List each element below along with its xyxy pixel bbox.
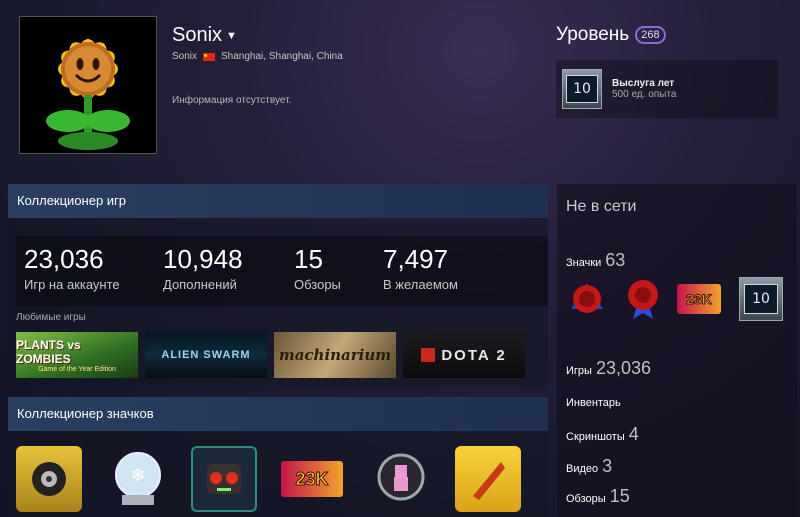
game-title: PLANTS vs ZOMBIES — [16, 337, 81, 366]
badges-count: 63 — [605, 250, 626, 270]
stat-label: Дополнений — [163, 277, 237, 292]
sidebar-years-badge[interactable]: 10 — [739, 277, 783, 321]
stat-label: Игр на аккаунте — [24, 277, 120, 292]
videos-count: 3 — [602, 456, 613, 476]
screenshots-label: Скриншоты — [566, 431, 625, 443]
years-badge-number: 10 — [566, 75, 598, 103]
badge-23k-text: 23K — [686, 291, 713, 308]
stat-value: 10,948 — [163, 244, 243, 274]
stat-value: 7,497 — [383, 244, 449, 274]
game-subtitle: Game of the Year Edition — [38, 365, 116, 373]
games-label: Игры — [566, 365, 592, 377]
23k-badge-icon: 23K — [281, 461, 343, 497]
profile-location-line: Sonix Shanghai, Shanghai, China — [172, 51, 343, 62]
level-header: Уровень 268 — [556, 24, 666, 46]
23k-badge-icon: 23K — [677, 284, 721, 314]
right-sidebar: Не в сети Значки 63 23K 10 Игры 23,036 Инв… — [557, 184, 797, 517]
stat-label: Обзоры — [294, 277, 341, 292]
profile-avatar — [19, 16, 157, 154]
stat-games[interactable]: 23,036 Игр на аккаунте — [24, 244, 120, 292]
sidebar-badges-link[interactable]: Значки 63 — [566, 250, 625, 271]
screenshots-count: 4 — [628, 424, 639, 444]
years-badge-number: 10 — [744, 284, 778, 314]
sidebar-reviews-link[interactable]: Обзоры 15 — [566, 486, 630, 507]
games-count: 23,036 — [595, 358, 652, 378]
sidebar-videos-link[interactable]: Видео 3 — [566, 456, 612, 477]
profile-name[interactable]: Sonix ▼ — [172, 24, 237, 47]
videos-label: Видео — [566, 463, 599, 475]
favorite-game-dota-2[interactable]: DOTA 2 — [403, 332, 525, 378]
game-title: DOTA 2 — [441, 346, 507, 364]
online-status: Не в сети — [566, 198, 637, 215]
favorite-games-label: Любимые игры — [16, 312, 86, 323]
level-label: Уровень — [556, 24, 630, 45]
23k-badge[interactable]: 23K — [279, 446, 345, 512]
sidebar-games-link[interactable]: Игры 23,036 — [566, 358, 651, 379]
snow-globe-badge-icon[interactable]: ❄ — [105, 446, 171, 512]
years-of-service-badge-icon: 10 — [562, 69, 602, 109]
wheel-badge-icon[interactable] — [16, 446, 82, 512]
sidebar-screenshots-link[interactable]: Скриншоты 4 — [566, 424, 639, 445]
profile-real-name: Sonix — [172, 51, 198, 62]
years-of-service-badge-icon: 10 — [739, 277, 783, 321]
reviews-count: 15 — [609, 486, 630, 506]
stat-value: 15 — [294, 244, 323, 274]
badge-collector-header: Коллекционер значков — [8, 397, 548, 431]
svg-text:❄: ❄ — [130, 465, 145, 485]
lightning-badge-icon[interactable] — [455, 446, 521, 512]
sidebar-23k-badge[interactable]: 23K — [677, 277, 721, 321]
robot-badge-icon[interactable] — [191, 446, 257, 512]
favorite-game-alien-swarm[interactable]: ALIEN SWARM — [145, 332, 267, 378]
china-flag-icon — [203, 52, 216, 61]
sidebar-inventory-link[interactable]: Инвентарь — [566, 397, 621, 409]
favorite-badge-xp: 500 ед. опыта — [612, 89, 677, 100]
game-title: ALIEN SWARM — [161, 349, 251, 361]
red-seal-ribbon-badge-icon[interactable] — [621, 277, 665, 321]
badge-23k-text: 23K — [295, 468, 329, 489]
left-column: Коллекционер игр 23,036 Игр на аккаунте … — [8, 184, 548, 517]
chevron-down-icon[interactable]: ▼ — [226, 30, 237, 42]
game-title: machinarium — [278, 346, 392, 364]
stat-dlc[interactable]: 10,948 Дополнений — [163, 244, 243, 292]
game-collector-header: Коллекционер игр — [8, 184, 548, 218]
profile-location: Shanghai, Shanghai, China — [221, 51, 343, 62]
profile-name-text: Sonix — [172, 24, 223, 46]
inventory-label: Инвентарь — [566, 397, 621, 409]
level-badge[interactable]: 268 — [635, 26, 666, 44]
red-seal-badge-icon[interactable] — [565, 277, 609, 321]
favorite-badge-title: Выслуга лет — [612, 78, 675, 89]
game-stats: 23,036 Игр на аккаунте 10,948 Дополнений… — [16, 236, 548, 306]
wreath-badge-icon[interactable] — [368, 446, 434, 512]
stat-label: В желаемом — [383, 277, 458, 292]
stat-reviews[interactable]: 15 Обзоры — [294, 244, 341, 292]
favorite-badge[interactable]: 10 Выслуга лет 500 ед. опыта — [556, 60, 778, 118]
reviews-label: Обзоры — [566, 493, 606, 505]
badges-label: Значки — [566, 257, 602, 269]
stat-value: 23,036 — [24, 244, 104, 274]
favorite-game-machinarium[interactable]: machinarium — [274, 332, 396, 378]
favorite-game-plants-vs-zombies[interactable]: PLANTS vs ZOMBIES Game of the Year Editi… — [16, 332, 138, 378]
profile-summary: Информация отсутствует. — [172, 95, 292, 106]
stat-wishlist[interactable]: 7,497 В желаемом — [383, 244, 458, 292]
dota-logo-icon — [421, 348, 436, 362]
